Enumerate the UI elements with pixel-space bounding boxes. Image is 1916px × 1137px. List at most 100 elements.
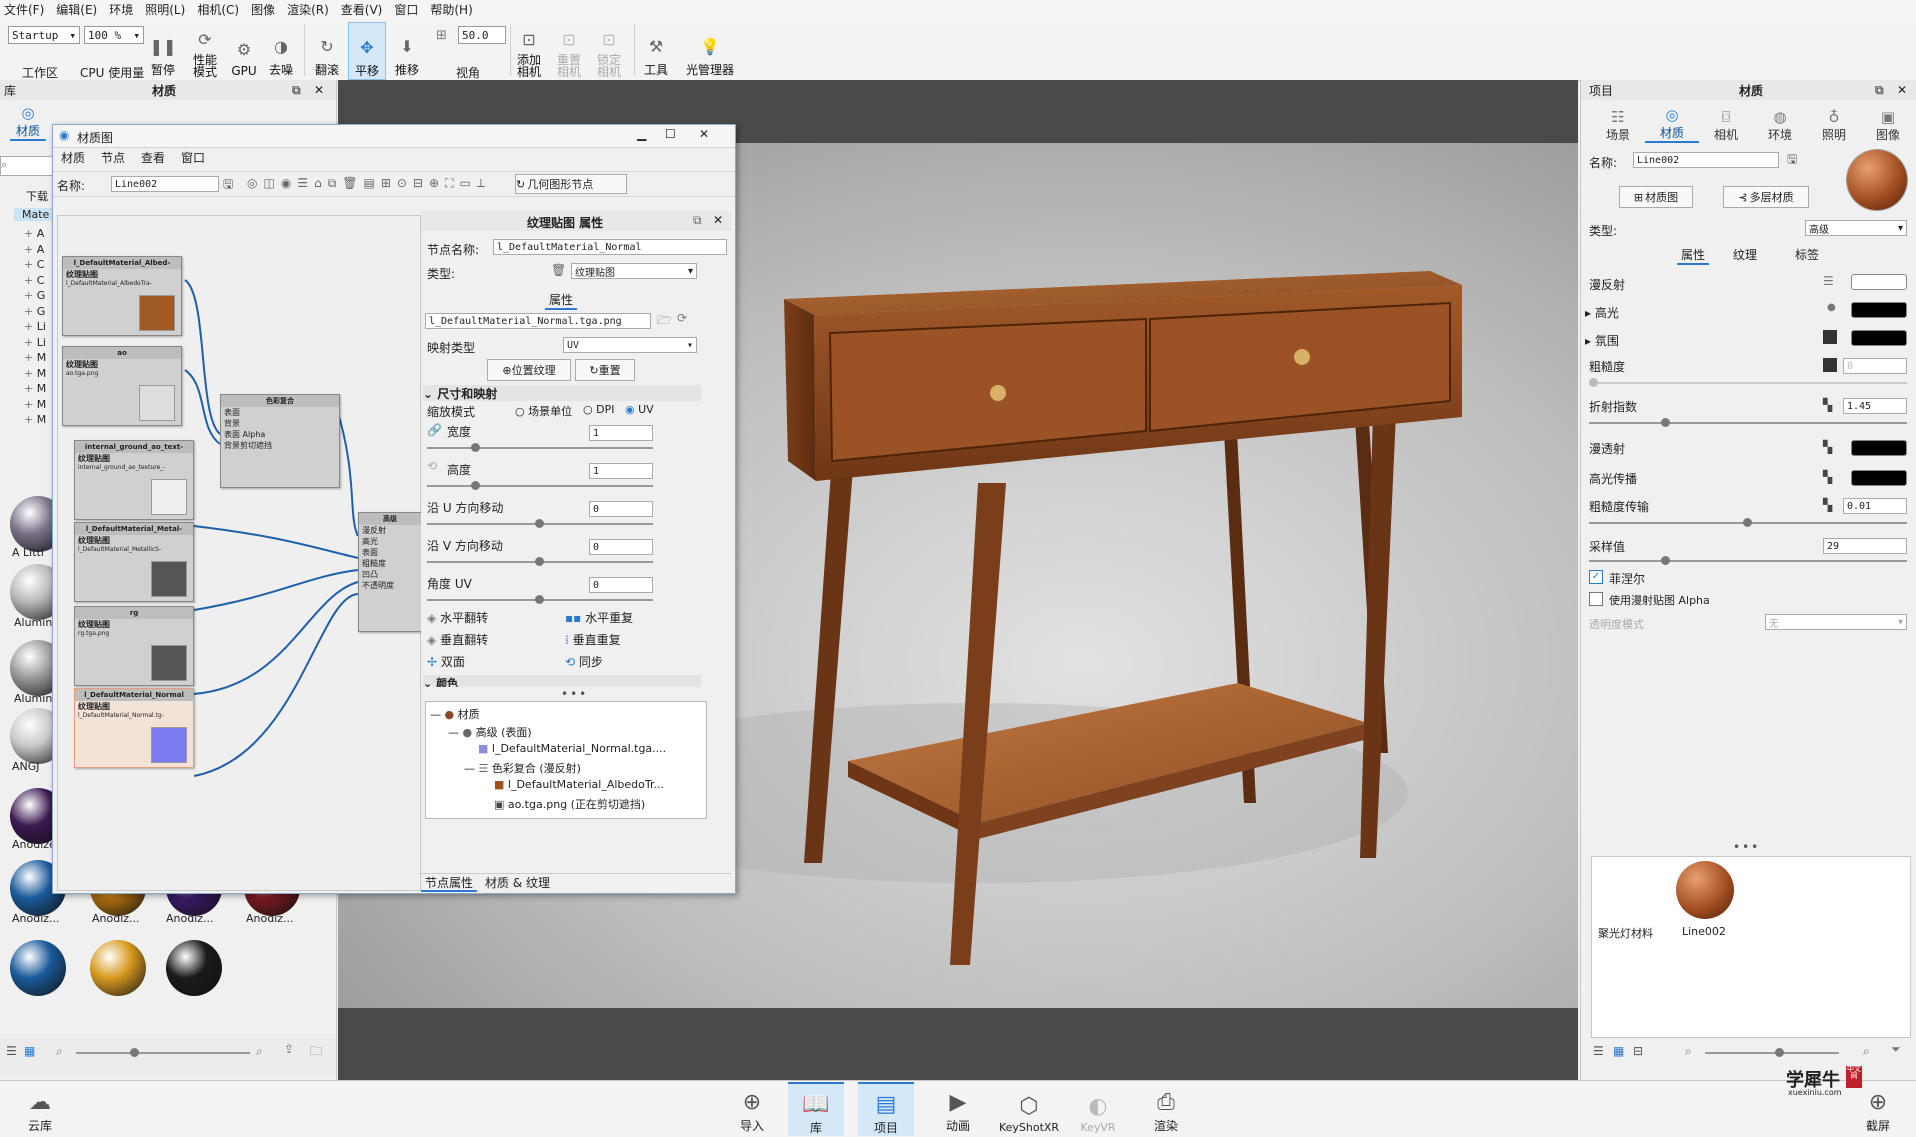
delete-icon[interactable]: 🗑 <box>551 263 566 277</box>
flip-vertical-toggle[interactable]: ◈ 垂直翻转 <box>427 631 488 648</box>
mg-menu-window[interactable]: 窗口 <box>173 149 213 167</box>
slider-knob[interactable] <box>471 481 480 490</box>
link-icon[interactable]: 🔗 <box>427 423 442 437</box>
scale-opt-dpi[interactable]: ○ DPI <box>583 403 614 416</box>
node-type-select[interactable]: 纹理贴图 ▾ <box>571 263 697 279</box>
mg-menu-material[interactable]: 材质 <box>53 149 93 167</box>
close-icon[interactable]: ✕ <box>1897 83 1907 97</box>
more-icon[interactable]: ••• <box>1733 840 1760 854</box>
menu-lighting[interactable]: 照明(L) <box>141 1 193 18</box>
specular-color-swatch[interactable] <box>1851 302 1907 318</box>
scale-opt-scene[interactable]: ○ 场景单位 <box>515 403 572 419</box>
tree-item-prev[interactable]: 下载 <box>26 188 48 204</box>
flip-horizontal-toggle[interactable]: ◈ 水平翻转 <box>427 609 488 626</box>
tumble-button[interactable]: ↻ 翻滚 <box>310 22 344 78</box>
expand-icon[interactable]: + <box>24 351 37 364</box>
texture-slot-icon[interactable] <box>1823 330 1837 344</box>
light-manager-button[interactable]: 💡 光管理器 <box>684 22 736 78</box>
v-shift-input[interactable]: 0 <box>589 539 653 555</box>
adjust-icon[interactable]: ☰ <box>1823 274 1834 288</box>
texture-node-icon[interactable]: ◉ <box>281 176 291 192</box>
expand-icon[interactable]: + <box>24 413 37 426</box>
expand-icon[interactable]: + <box>24 274 37 287</box>
two-sided-toggle[interactable]: ✢ 双面 <box>427 653 465 670</box>
slider-knob[interactable] <box>1661 556 1670 565</box>
material-type-select[interactable]: 高级 ▾ <box>1805 220 1907 236</box>
grid-view-icon[interactable]: ▦ <box>1613 1044 1624 1058</box>
dock-render-button[interactable]: ⎙ 渲染 <box>1138 1082 1194 1134</box>
menu-image[interactable]: 图像 <box>247 1 283 18</box>
close-icon[interactable]: ✕ <box>699 127 709 141</box>
expand-icon[interactable]: + <box>24 382 37 395</box>
texture-file-input[interactable]: l_DefaultMaterial_Normal.tga.png <box>425 313 651 329</box>
tab-image[interactable]: ▣ 图像 <box>1861 108 1915 143</box>
thumbnail-size-slider[interactable] <box>1705 1048 1839 1057</box>
performance-mode-button[interactable]: ⟳ 性能 模式 <box>188 22 222 79</box>
width-slider[interactable] <box>427 443 653 452</box>
zoom-out-icon[interactable]: ⌕ <box>1685 1044 1692 1059</box>
height-input[interactable]: 1 <box>589 463 653 479</box>
tree-item[interactable]: — ☰ 色彩复合 (漫反射) <box>464 760 581 776</box>
split-icon[interactable]: ⟂ <box>477 176 485 192</box>
scale-opt-uv[interactable]: ◉ UV <box>625 403 654 416</box>
angle-uv-slider[interactable] <box>427 595 653 604</box>
scrollbar[interactable] <box>425 675 431 681</box>
section-color[interactable]: ⌄ 颜色 <box>423 675 701 687</box>
lock-camera-button[interactable]: ⊡ 锁定 相机 <box>594 22 624 79</box>
denoise-button[interactable]: ◑ 去噪 <box>266 22 296 78</box>
layout-icon[interactable]: ▤ <box>364 176 375 192</box>
slider-knob[interactable] <box>1589 378 1598 387</box>
tab-material[interactable]: ◎ 材质 <box>1645 106 1699 143</box>
texture-map-node[interactable]: l_DefaultMaterial_Normal 纹理贴图 l_DefaultMat… <box>74 688 194 768</box>
expand-icon[interactable]: + <box>24 258 37 271</box>
dock-animation-button[interactable]: ▶ 动画 <box>930 1082 986 1134</box>
more-icon[interactable]: ••• <box>561 687 588 701</box>
zoom-in-icon[interactable]: ⌕ <box>256 1044 263 1059</box>
texture-map-node[interactable]: l_DefaultMaterial_Albed- 纹理贴图 l_DefaultMat… <box>62 256 182 336</box>
folder-icon[interactable]: 🗁 <box>657 311 672 332</box>
screenshot-button[interactable]: ⊕ 截屏 <box>1850 1082 1906 1134</box>
width-input[interactable]: 1 <box>589 425 653 441</box>
material-swatch-ball[interactable] <box>166 940 222 996</box>
adjust-icon[interactable]: ☰ <box>297 176 308 192</box>
slider-knob[interactable] <box>535 557 544 566</box>
ambient-color-swatch[interactable] <box>1851 330 1907 346</box>
diffuse-alpha-checkbox[interactable] <box>1589 592 1603 606</box>
dock-library-button[interactable]: 📖 库 <box>788 1082 844 1136</box>
fov-input[interactable]: 50.0 <box>458 26 506 44</box>
tree-item[interactable]: ■ l_DefaultMaterial_AlbedoTr... <box>494 778 664 791</box>
copy-icon[interactable]: ⧉ <box>328 176 337 192</box>
slider-knob[interactable] <box>535 595 544 604</box>
delete-icon[interactable]: 🗑 <box>342 176 357 192</box>
cloud-upload-icon[interactable]: ⇪ <box>284 1042 294 1056</box>
subtab-texture[interactable]: 纹理 <box>1733 246 1757 263</box>
texture-dot-icon[interactable]: ● <box>1827 302 1836 313</box>
mapping-type-select[interactable]: UV ▾ <box>563 337 697 353</box>
expand-icon[interactable]: + <box>24 289 37 302</box>
float-icon[interactable]: ⧉ <box>292 83 301 98</box>
props-tab-attributes[interactable]: 属性 <box>545 291 578 310</box>
tree-view-icon[interactable]: ⊟ <box>1633 1044 1643 1058</box>
lock-icon[interactable]: ⌂ <box>314 176 322 192</box>
pan-button[interactable]: ✥ 平移 <box>348 22 386 80</box>
menu-help[interactable]: 帮助(H) <box>426 1 480 18</box>
tree-item[interactable]: — ● 高级 (表面) <box>448 724 532 740</box>
slider-knob[interactable] <box>1775 1048 1784 1057</box>
save-icon[interactable]: 🖫 <box>223 175 233 196</box>
translucency-color-swatch[interactable] <box>1851 440 1907 456</box>
node-graph-canvas[interactable]: l_DefaultMaterial_Albed- 纹理贴图 l_DefaultMat… <box>57 215 422 891</box>
color-composite-node[interactable]: 色彩复合 表面 背景 表面 Alpha 背景剪切遮挡 <box>220 394 340 488</box>
advanced-material-node[interactable]: 高级 漫反射 高光 表面 粗糙度 凹凸 不透明度 <box>358 512 422 632</box>
material-node-icon[interactable]: ◎ <box>247 176 257 192</box>
menu-environment[interactable]: 环境 <box>105 1 141 18</box>
workspace-select[interactable]: Startup ▾ <box>8 26 80 44</box>
texture-map-node[interactable]: internal_ground_ao_text- 纹理贴图 internal_gro… <box>74 440 194 520</box>
target-icon[interactable]: ⊕ <box>429 176 439 192</box>
roughness-input[interactable]: 0 <box>1843 358 1907 374</box>
material-swatch-ball[interactable] <box>90 940 146 996</box>
close-icon[interactable]: ✕ <box>713 213 723 227</box>
multilayer-material-button[interactable]: ⊰ 多层材质 <box>1723 186 1809 208</box>
material-swatch-ball[interactable] <box>10 940 66 996</box>
save-icon[interactable]: 🖫 <box>1787 150 1797 171</box>
expand-icon[interactable]: + <box>24 367 37 380</box>
